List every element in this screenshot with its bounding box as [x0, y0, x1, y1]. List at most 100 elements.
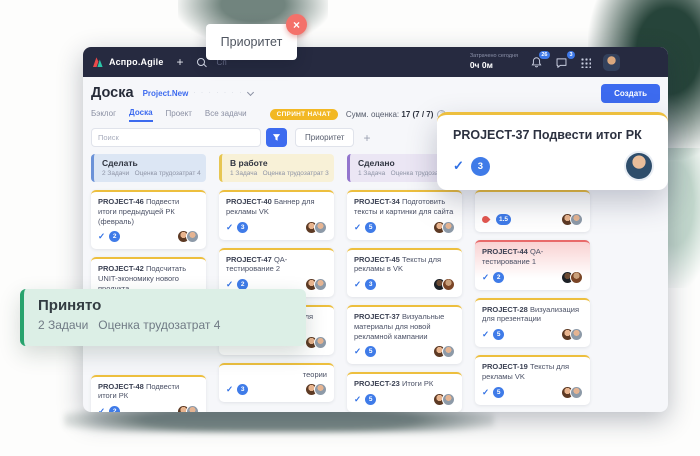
create-button[interactable]: Создать: [601, 84, 660, 103]
avatars: [305, 336, 327, 349]
avatars: [433, 345, 455, 358]
tab-Бэклог[interactable]: Бэклог: [91, 109, 116, 121]
chat-icon: [555, 56, 568, 69]
selector-dots: · · · · · · ·: [193, 90, 243, 96]
card-title: [482, 197, 583, 209]
time-tracker-value: 0ч 0м: [470, 60, 518, 71]
user-avatar[interactable]: [603, 54, 620, 71]
column-meta: 1 Задача Оценка трудозатрат 3: [230, 170, 326, 177]
column: Принято2 Задачи Оценка трудозатрат 41.5P…: [475, 154, 590, 412]
card[interactable]: PROJECT-40 Баннер для рекламы VK✓3: [219, 190, 334, 240]
close-icon[interactable]: ×: [286, 14, 307, 35]
score-value: 17 (7 / 7): [401, 110, 433, 119]
check-icon: ✓: [354, 279, 361, 290]
title-row: Доска Project.New · · · · · · · Создать: [91, 82, 660, 104]
card-title: PROJECT-45 Тексты для рекламы в VK: [354, 255, 455, 275]
card-title: PROJECT-44 QA-тестирование 1: [482, 247, 583, 267]
column: Сделать2 Задачи Оценка трудозатрат 4 PROJ…: [91, 154, 206, 412]
card[interactable]: PROJECT-44 QA-тестирование 1 ✓ 2: [475, 240, 590, 290]
estimate-badge: 2: [109, 406, 120, 412]
card-id: PROJECT-44: [482, 247, 530, 256]
avatar: [442, 221, 455, 234]
notifications-badge: 26: [539, 51, 550, 60]
apps-grid-icon[interactable]: [580, 57, 591, 68]
card[interactable]: PROJECT-34 Подготовить тексты и картинки…: [347, 190, 462, 240]
card-title: теории: [226, 370, 327, 380]
card[interactable]: PROJECT-46 Подвести итоги предыдущей РК …: [91, 190, 206, 249]
card[interactable]: теории ✓ 3: [219, 363, 334, 403]
check-icon: ✓: [482, 272, 489, 283]
search-icon[interactable]: [197, 58, 205, 66]
column-header[interactable]: В работе 1 Задача Оценка трудозатрат 3: [219, 154, 334, 182]
app-logo-icon[interactable]: [91, 56, 104, 69]
tab-Все задачи[interactable]: Все задачи: [205, 109, 247, 121]
avatars: [177, 405, 199, 412]
check-icon: ✓: [226, 222, 233, 233]
check-icon: ✓: [482, 387, 489, 398]
check-icon: ✓: [226, 384, 233, 395]
sprint-status-badge: СПРИНТ НАЧАТ: [270, 109, 338, 120]
column-header[interactable]: Сделать2 Задачи Оценка трудозатрат 4: [91, 154, 206, 182]
avatar: [186, 405, 199, 412]
card-id: PROJECT-37: [354, 312, 402, 321]
card-footer: ✓3: [226, 221, 327, 234]
project-selector[interactable]: Project.New · · · · · · ·: [143, 89, 254, 98]
card[interactable]: PROJECT-48 Подвести итоги РК✓2: [91, 375, 206, 413]
search-input[interactable]: [91, 128, 261, 147]
column: В работе 1 Задача Оценка трудозатрат 3 PRO…: [219, 154, 334, 402]
avatar: [570, 271, 583, 284]
avatars: [305, 221, 327, 234]
card-id: PROJECT-23: [354, 379, 402, 388]
avatars: [561, 328, 583, 341]
card-title: PROJECT-47 QA-тестирование 2: [226, 255, 327, 275]
avatars: [561, 271, 583, 284]
card-footer: ✓5: [354, 393, 455, 406]
avatars: [177, 230, 199, 243]
priority-filter-chip[interactable]: Приоритет: [295, 128, 354, 147]
avatar: [186, 230, 199, 243]
card-footer: ✓5: [482, 328, 583, 341]
card-footer: ✓5: [354, 345, 455, 358]
estimate-badge: 3: [237, 384, 248, 395]
card[interactable]: PROJECT-45 Тексты для рекламы в VK✓3: [347, 248, 462, 298]
task-popup-title: PROJECT-37 Подвести итог РК: [453, 128, 652, 142]
card[interactable]: 1.5: [475, 190, 590, 232]
avatar: [314, 221, 327, 234]
tab-Доска[interactable]: Доска: [129, 108, 152, 122]
messages-button[interactable]: 3: [555, 56, 568, 69]
card[interactable]: PROJECT-23 Итоги РК✓5: [347, 372, 462, 412]
estimate-badge: 2: [493, 272, 504, 283]
column-title: Сделать: [102, 158, 198, 168]
card-title: PROJECT-34 Подготовить тексты и картинки…: [354, 197, 455, 217]
filter-button[interactable]: [266, 128, 287, 147]
messages-badge: 3: [567, 51, 575, 60]
card-title: PROJECT-46 Подвести итоги предыдущей РК …: [98, 197, 199, 226]
avatar: [314, 278, 327, 291]
accepted-title: Принято: [38, 297, 292, 314]
estimate-badge: 3: [471, 157, 490, 176]
tab-Проект[interactable]: Проект: [166, 109, 192, 121]
topbar: Аспро.Agile + Сп Затрачено сегодня 0ч 0м…: [83, 47, 668, 77]
check-icon: ✓: [354, 394, 361, 405]
card[interactable]: PROJECT-19 Тексты для рекламы VK✓5: [475, 355, 590, 405]
avatars: [305, 383, 327, 396]
desktop-background: Аспро.Agile + Сп Затрачено сегодня 0ч 0м…: [0, 0, 700, 456]
funnel-icon: [272, 133, 281, 142]
task-popup-card[interactable]: PROJECT-37 Подвести итог РК ✓ 3: [437, 112, 668, 190]
card[interactable]: PROJECT-28 Визуализация для презентации✓…: [475, 298, 590, 348]
avatar: [314, 383, 327, 396]
time-tracker[interactable]: Затрачено сегодня 0ч 0м: [470, 53, 518, 71]
card-footer: ✓2: [98, 230, 199, 243]
card[interactable]: PROJECT-37 Визуальные материалы для ново…: [347, 305, 462, 364]
task-popup-footer: ✓ 3: [453, 153, 652, 179]
board: Сделать2 Задачи Оценка трудозатрат 4 PROJ…: [91, 154, 660, 412]
notifications-button[interactable]: 26: [530, 56, 543, 69]
check-icon: ✓: [98, 406, 105, 412]
add-filter-icon[interactable]: +: [363, 131, 370, 145]
check-icon: ✓: [98, 231, 105, 242]
column-title: В работе: [230, 158, 326, 168]
quick-add-icon[interactable]: +: [177, 55, 184, 69]
avatars: [433, 393, 455, 406]
avatar: [442, 278, 455, 291]
card-id: PROJECT-48: [98, 382, 146, 391]
